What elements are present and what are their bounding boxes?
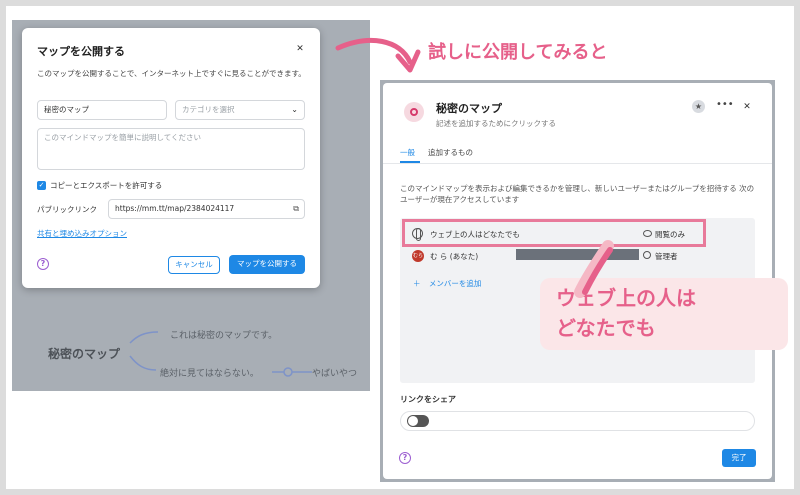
public-link-field[interactable]: https://mm.tt/map/2384024117 ⧉ <box>108 199 305 219</box>
description-placeholder: このマインドマップを簡単に説明してください <box>44 133 202 142</box>
tab-general[interactable]: 一般 <box>400 147 415 158</box>
copy-icon[interactable]: ⧉ <box>293 200 299 218</box>
publish-map-button[interactable]: マップを公開する <box>229 255 305 274</box>
help-icon[interactable]: ? <box>399 452 411 464</box>
cancel-button[interactable]: キャンセル <box>168 256 220 274</box>
add-member-button[interactable]: ＋ メンバーを追加 <box>413 278 481 289</box>
annotation-top: 試しに公開してみると <box>428 42 608 63</box>
annotation-callout-text: ウェブ上の人は どなたでも <box>556 283 786 343</box>
redacted-email <box>516 249 639 260</box>
owner-role: 管理者 <box>655 252 678 261</box>
publish-dialog: マップを公開する ✕ このマップを公開することで、インターネット上ですぐに見るこ… <box>22 28 320 288</box>
background-map-title: 秘密のマップ <box>48 347 121 361</box>
map-icon <box>404 102 424 122</box>
share-link-toggle[interactable] <box>407 415 429 427</box>
allow-copy-checkbox[interactable]: ✓ コピーとエクスポートを許可する <box>37 180 162 191</box>
avatar: むら <box>412 250 424 262</box>
plus-icon: ＋ <box>413 279 421 288</box>
more-icon[interactable]: ••• <box>716 99 734 110</box>
close-icon[interactable]: ✕ <box>293 42 307 56</box>
add-member-label: メンバーを追加 <box>428 279 482 288</box>
tab-add[interactable]: 追加するもの <box>428 147 473 158</box>
owner-name: む ら (あなた) <box>430 252 479 261</box>
done-button[interactable]: 完了 <box>722 449 756 467</box>
callout-line-1: ウェブ上の人は <box>556 286 696 310</box>
background-branch-3: やばいやつ <box>312 369 358 379</box>
check-icon: ✓ <box>37 181 46 190</box>
divider <box>383 163 772 164</box>
category-select[interactable]: カテゴリを選択 ⌄ <box>175 100 305 120</box>
allow-copy-label: コピーとエクスポートを許可する <box>50 181 163 190</box>
public-link-label: パブリックリンク <box>37 205 97 214</box>
close-icon[interactable]: ✕ <box>740 100 754 114</box>
help-icon[interactable]: ? <box>37 258 49 270</box>
share-link-row <box>400 411 755 431</box>
map-name-input[interactable]: 秘密のマップ <box>37 100 167 120</box>
share-link-label: リンクをシェア <box>400 395 456 404</box>
publish-description: このマップを公開することで、インターネット上ですぐに見ることができます。 <box>37 69 306 78</box>
admin-icon <box>643 251 651 259</box>
share-dialog-title: 秘密のマップ <box>436 102 502 115</box>
chevron-down-icon: ⌄ <box>291 105 298 114</box>
publish-dialog-title: マップを公開する <box>37 45 125 58</box>
public-link-value: https://mm.tt/map/2384024117 <box>115 204 235 213</box>
background-branch-2: 絶対に見てはならない。 <box>160 369 259 379</box>
background-branch-1: これは秘密のマップです。 <box>170 331 278 341</box>
highlight-box <box>402 219 706 247</box>
star-icon[interactable]: ★ <box>692 100 705 113</box>
permission-description: このマインドマップを表示および編集できるかを管理し、新しいユーザーまたはグループ… <box>400 184 755 204</box>
category-placeholder: カテゴリを選択 <box>182 105 235 114</box>
map-description-input[interactable]: このマインドマップを簡単に説明してください <box>37 128 305 170</box>
share-dialog-subtitle[interactable]: 記述を追加するためにクリックする <box>436 118 556 129</box>
callout-line-2: どなたでも <box>556 316 656 340</box>
embed-options-link[interactable]: 共有と埋め込みオプション <box>37 228 127 239</box>
